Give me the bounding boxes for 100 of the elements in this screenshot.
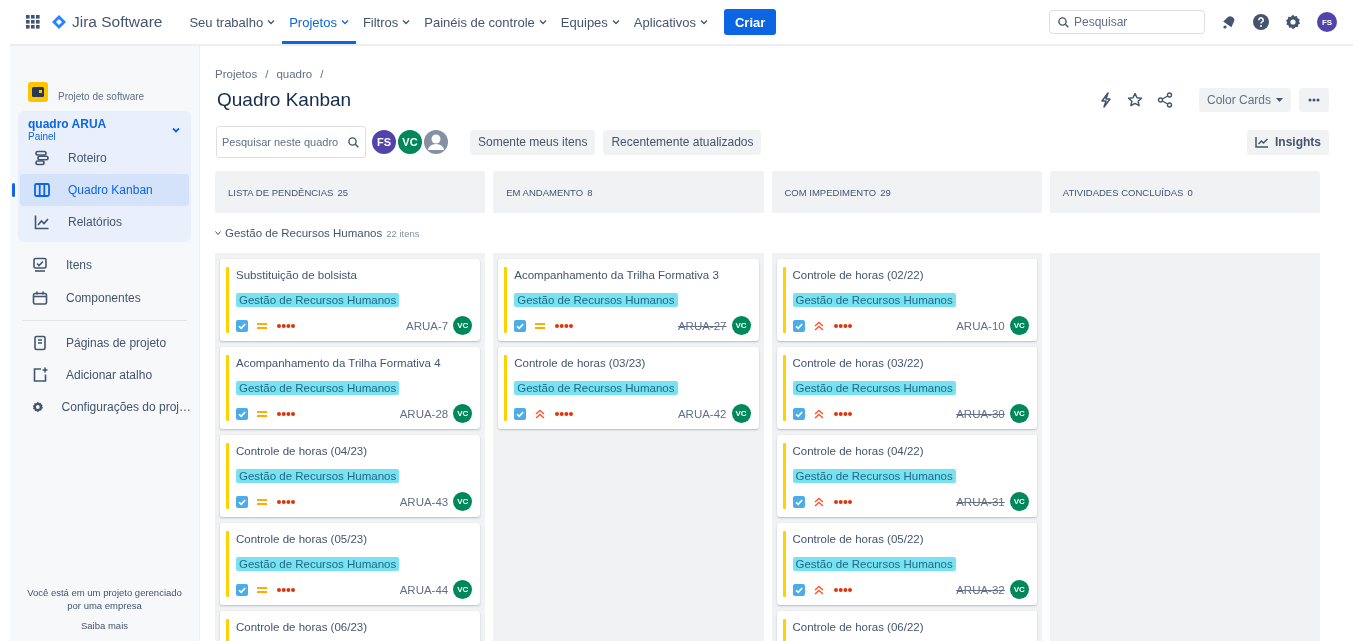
create-button[interactable]: Criar [724, 9, 777, 35]
quick-filter[interactable]: Somente meus itens [470, 129, 596, 155]
bell-icon[interactable] [1221, 14, 1237, 30]
issue-card[interactable]: Controle de horas (04/22) Gestão de Recursos Humanos ARUA-31 VC [776, 435, 1037, 517]
help-icon[interactable] [1253, 14, 1269, 30]
nav-menu[interactable]: Filtros [355, 0, 418, 44]
sidebar-item[interactable]: Componentes [18, 281, 191, 314]
nav-menu[interactable]: Aplicativos [626, 0, 715, 44]
issue-card[interactable]: Controle de horas (06/23) [220, 611, 481, 641]
chart-icon [34, 214, 50, 230]
issue-count: 8 [587, 186, 593, 198]
search-field[interactable]: Pesquisar [1049, 10, 1205, 34]
issue-card[interactable]: Controle de horas (03/22) Gestão de Recursos Humanos ARUA-30 VC [776, 347, 1037, 429]
user-avatar[interactable]: FS [1317, 12, 1337, 32]
nav-menu[interactable]: Projetos [282, 0, 356, 44]
issue-key[interactable]: ARUA-27 [677, 319, 727, 332]
app-name[interactable]: Jira Software [72, 13, 163, 31]
task-checkbox-icon [792, 495, 805, 508]
sidebar-item[interactable]: Itens [18, 248, 191, 281]
issue-key[interactable]: ARUA-32 [956, 583, 1005, 596]
board-search-field[interactable]: Pesquisar neste quadro [216, 126, 366, 158]
issue-card[interactable]: Controle de horas (05/23) Gestão de Recursos Humanos ARUA-44 VC [220, 523, 481, 605]
issue-key[interactable]: ARUA-42 [677, 407, 727, 420]
card-title: Acompanhamento da Trilha Formativa 4 [236, 356, 442, 370]
issue-key[interactable]: ARUA-28 [399, 407, 449, 420]
lightning-icon[interactable] [1098, 92, 1113, 108]
chart-icon [1255, 136, 1269, 148]
task-checkbox-icon [792, 407, 805, 420]
board-icon [34, 182, 50, 198]
chevron-down-icon [700, 18, 708, 26]
sidebar-item[interactable]: Adicionar atalho [18, 359, 191, 391]
project-avatar-icon [28, 82, 48, 102]
issue-key[interactable]: ARUA-43 [399, 495, 449, 508]
dots-icon [832, 410, 853, 417]
assignee-avatar: VC [1009, 404, 1029, 423]
sidebar-item[interactable]: Configurações do proj… [18, 391, 191, 423]
dots-icon [276, 322, 296, 329]
dots-icon [276, 410, 296, 417]
double-chevron-up-icon [812, 320, 825, 331]
issue-key[interactable]: ARUA-30 [956, 407, 1005, 420]
learn-more-link[interactable]: Saiba mais [81, 620, 128, 631]
issue-card[interactable]: Controle de horas (05/22) Gestão de Recursos Humanos ARUA-32 VC [776, 523, 1037, 605]
epic-label: Gestão de Recursos Humanos [792, 557, 956, 571]
task-checkbox-icon [236, 407, 248, 420]
breadcrumb-link[interactable]: Projetos [215, 68, 258, 80]
breadcrumb-link[interactable]: quadro [276, 68, 313, 80]
settings-icon[interactable] [1285, 14, 1301, 30]
card-title: Controle de horas (03/23) [514, 356, 647, 370]
breadcrumb-separator: / [265, 68, 269, 80]
board-switcher[interactable]: quadro ARUA Painel [20, 117, 189, 142]
task-checkbox-icon [236, 319, 248, 332]
task-checkbox-icon [792, 583, 805, 596]
swimlane-header[interactable]: Gestão de Recursos Humanos 22 itens [215, 213, 1320, 253]
jira-logo-icon [52, 15, 66, 29]
issue-card[interactable]: Substituição de bolsista Gestão de Recursos Humanos ARUA-7 VC [220, 259, 481, 341]
user-avatar-icon[interactable] [422, 128, 450, 156]
sidebar-item[interactable]: Páginas de projeto [18, 327, 191, 359]
issue-card[interactable]: Acompanhamento da Trilha Formativa 4 Gestão de Recursos Humanos ARUA-28 VC [220, 347, 481, 429]
more-icon [1308, 98, 1320, 102]
column-title: COM IMPEDIMENTO [784, 186, 877, 198]
sidebar-item[interactable]: Relatórios [20, 206, 189, 238]
user-avatar[interactable]: FS [370, 128, 398, 156]
chevron-down-icon [538, 18, 547, 26]
double-chevron-up-icon [812, 408, 825, 419]
chevron-down-icon [215, 230, 221, 236]
sidebar-item[interactable]: Roteiro [20, 142, 189, 174]
epic-label: Gestão de Recursos Humanos [236, 557, 400, 571]
dots-icon [832, 586, 853, 593]
insights-button[interactable]: Insights [1247, 129, 1329, 155]
issue-count: 25 [337, 186, 348, 198]
issue-card[interactable]: Controle de horas (06/22) [776, 611, 1037, 641]
color-cards-dropdown[interactable]: Color Cards [1198, 88, 1291, 112]
add-shortcut-icon [32, 367, 48, 383]
issue-card[interactable]: Controle de horas (03/23) Gestão de Recursos Humanos ARUA-42 VC [498, 347, 759, 429]
card-title: Controle de horas (05/22) [792, 532, 925, 546]
nav-menu[interactable]: Painéis de controle [417, 0, 554, 44]
share-icon[interactable] [1156, 92, 1173, 108]
app-grid-icon[interactable] [26, 15, 40, 29]
quick-filter[interactable]: Recentemente atualizados [603, 129, 762, 155]
nav-menu[interactable]: Seu trabalho [182, 0, 283, 44]
user-avatar[interactable]: VC [396, 128, 424, 156]
issue-key[interactable]: ARUA-31 [956, 495, 1005, 508]
epic-label: Gestão de Recursos Humanos [236, 381, 400, 395]
issue-card[interactable]: Controle de horas (02/22) Gestão de Recursos Humanos ARUA-10 VC [776, 259, 1037, 341]
breadcrumb-separator: / [320, 68, 324, 80]
item-count: 22 itens [386, 227, 420, 239]
issue-key[interactable]: ARUA-7 [406, 319, 449, 332]
epic-label: Gestão de Recursos Humanos [792, 381, 956, 395]
monitor-icon [32, 256, 48, 273]
dots-icon [832, 498, 853, 505]
issue-key[interactable]: ARUA-10 [956, 319, 1005, 332]
issue-card[interactable]: Controle de horas (04/23) Gestão de Recursos Humanos ARUA-43 VC [220, 435, 481, 517]
dots-icon [554, 322, 575, 329]
star-icon[interactable] [1126, 92, 1143, 108]
issue-key[interactable]: ARUA-44 [399, 583, 449, 596]
issue-card[interactable]: Acompanhamento da Trilha Formativa 3 Gestão de Recursos Humanos ARUA-27 VC [498, 259, 759, 341]
issue-count: 0 [1187, 186, 1193, 198]
nav-menu[interactable]: Equipes [553, 0, 627, 44]
epic-label: Gestão de Recursos Humanos [792, 293, 956, 307]
calendar-icon [32, 289, 48, 306]
